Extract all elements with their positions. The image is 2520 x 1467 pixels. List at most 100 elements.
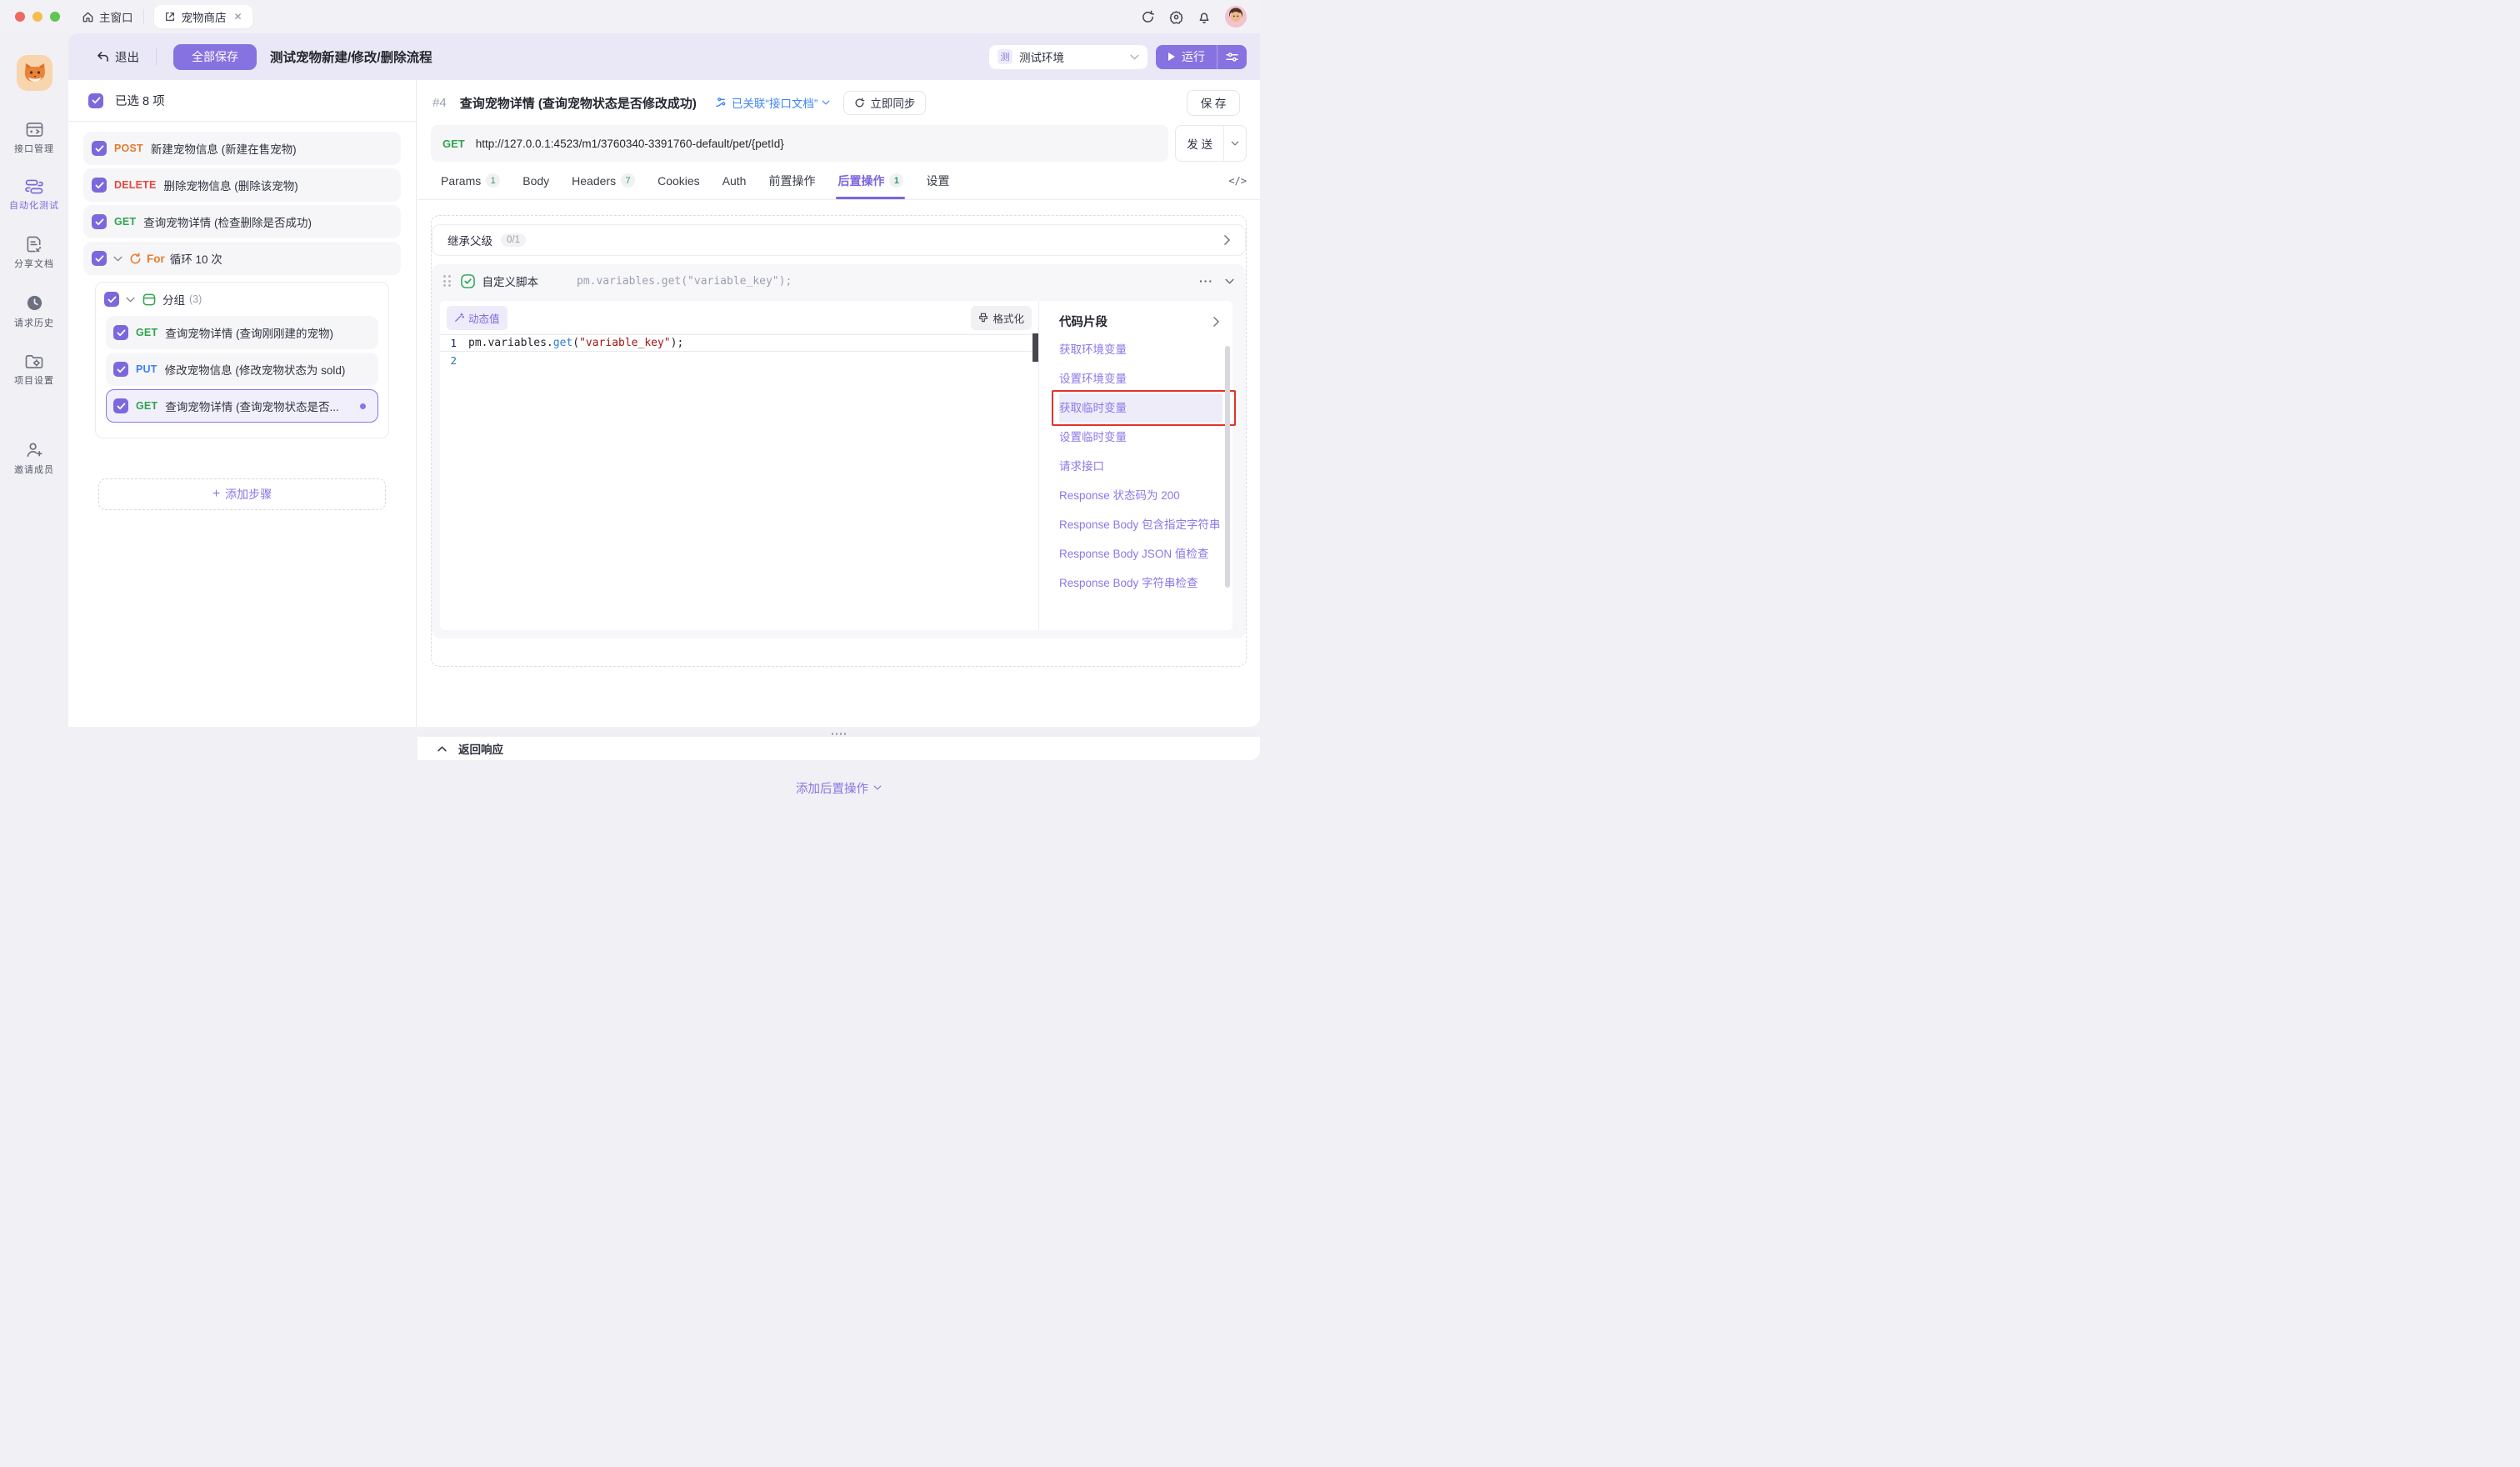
exit-button[interactable]: 退出 [97, 48, 139, 66]
step-method: DELETE [114, 179, 157, 191]
step-item-api[interactable]: POST新建宠物信息 (新建在售宠物) [83, 132, 401, 165]
project-settings-icon [25, 353, 43, 369]
minimize-window-button[interactable] [32, 12, 42, 22]
dynamic-value-button[interactable]: 动态值 [447, 306, 508, 330]
add-step-button[interactable]: +添加步骤 [98, 478, 386, 510]
main-window-tab[interactable]: 主窗口 [82, 8, 133, 25]
chevron-right-icon[interactable] [1213, 317, 1219, 327]
send-button-group: 发 送 [1175, 125, 1247, 162]
send-button[interactable]: 发 送 [1176, 135, 1223, 152]
step-item-api[interactable]: GET查询宠物详情 (查询刚刚建的宠物) [106, 316, 378, 349]
step-checkbox[interactable] [113, 362, 128, 377]
step-item-loop[interactable]: For循环 10 次 [83, 242, 401, 275]
url-input[interactable]: GET http://127.0.0.1:4523/m1/3760340-339… [431, 125, 1168, 162]
panel-resize-handle[interactable] [418, 731, 1260, 737]
step-label: 删除宠物信息 (删除该宠物) [164, 177, 298, 193]
tab-label: Auth [722, 174, 747, 188]
return-response-label: 返回响应 [458, 740, 503, 757]
main-window-label: 主窗口 [99, 8, 133, 25]
tab-label: 前置操作 [768, 173, 815, 189]
code-line[interactable]: 1pm.variables.get("variable_key"); [440, 334, 1038, 352]
code-editor[interactable]: 动态值 格式化 1pm.variables.get("variable_key"… [440, 301, 1039, 630]
step-checkbox[interactable] [104, 292, 119, 307]
editor-scrollbar-thumb[interactable] [1032, 333, 1038, 362]
step-checkbox[interactable] [92, 251, 107, 266]
user-avatar[interactable] [1225, 6, 1247, 28]
titlebar-separator [143, 9, 144, 24]
sidebar-item-label: 分享文档 [14, 257, 54, 270]
environment-select[interactable]: 测 测试环境 [989, 45, 1148, 69]
gear-icon[interactable] [1169, 10, 1183, 24]
close-window-button[interactable] [15, 12, 25, 22]
tab-后置操作[interactable]: 后置操作1 [838, 162, 903, 199]
code-token: ( [572, 337, 579, 349]
snippet-link[interactable]: Response Body 字符串检查 [1059, 568, 1222, 598]
chevron-down-icon[interactable] [113, 256, 122, 262]
tab-Body[interactable]: Body [522, 162, 549, 199]
tab-设置[interactable]: 设置 [926, 162, 949, 199]
exit-label: 退出 [115, 48, 139, 66]
save-all-button[interactable]: 全部保存 [173, 44, 257, 70]
tab-Cookies[interactable]: Cookies [658, 162, 700, 199]
sidebar-item-项目设置[interactable]: 项目设置 [0, 342, 68, 399]
step-method: PUT [136, 363, 158, 375]
more-menu-icon[interactable]: ··· [1199, 274, 1213, 288]
sidebar-item-分享文档[interactable]: 分享文档 [0, 224, 68, 283]
send-options-button[interactable] [1224, 141, 1246, 146]
project-tab[interactable]: 宠物商店 ✕ [154, 5, 252, 28]
step-item-api[interactable]: PUT修改宠物信息 (修改宠物状态为 sold) [106, 353, 378, 386]
tab-前置操作[interactable]: 前置操作 [768, 162, 815, 199]
snippet-link[interactable]: 获取临时变量 [1059, 393, 1222, 423]
sync-icon[interactable] [1141, 10, 1155, 24]
tab-Auth[interactable]: Auth [722, 162, 747, 199]
maximize-window-button[interactable] [50, 12, 60, 22]
step-checkbox[interactable] [92, 214, 107, 229]
request-header-row: #4 查询宠物详情 (查询宠物状态是否修改成功) 已关联“接口文档” 立即同步 … [418, 80, 1260, 125]
chevron-down-icon [822, 100, 830, 105]
custom-script-card: 自定义脚本 pm.variables.get("variable_key"); … [432, 264, 1246, 638]
chevron-down-icon[interactable] [126, 297, 135, 303]
snippet-link[interactable]: Response Body JSON 值检查 [1059, 539, 1222, 568]
snippet-link[interactable]: 获取环境变量 [1059, 335, 1222, 364]
project-logo[interactable] [17, 55, 52, 91]
group-label: 分组 [162, 291, 185, 308]
run-settings-button[interactable] [1218, 52, 1247, 63]
step-checkbox[interactable] [92, 141, 107, 156]
step-checkbox[interactable] [92, 178, 107, 193]
collapse-chevron-icon[interactable] [1225, 278, 1234, 284]
select-all-checkbox[interactable] [88, 93, 103, 108]
sidebar-item-邀请成员[interactable]: 邀请成员 [0, 430, 68, 488]
linked-doc-button[interactable]: 已关联“接口文档” [715, 94, 831, 111]
snippet-link[interactable]: 设置环境变量 [1059, 364, 1222, 393]
step-item-api[interactable]: GET查询宠物详情 (查询宠物状态是否... [106, 389, 378, 423]
enabled-check-icon[interactable] [461, 274, 475, 288]
sync-now-button[interactable]: 立即同步 [843, 91, 926, 115]
snippet-link[interactable]: 请求接口 [1059, 452, 1222, 481]
inherit-parent-row[interactable]: 继承父级 0/1 [432, 224, 1246, 256]
code-line[interactable]: 2 [440, 352, 1038, 369]
run-button[interactable]: 运行 [1156, 48, 1217, 65]
step-checkbox[interactable] [113, 398, 128, 413]
snippet-link[interactable]: 设置临时变量 [1059, 423, 1222, 452]
sidebar-item-接口管理[interactable]: 接口管理 [0, 110, 68, 168]
snippets-scrollbar-thumb[interactable] [1225, 346, 1230, 588]
format-button[interactable]: 格式化 [971, 306, 1032, 330]
step-group-header[interactable]: 分组(3) [96, 283, 388, 316]
drag-handle-icon[interactable] [443, 275, 451, 287]
close-tab-icon[interactable]: ✕ [234, 11, 242, 23]
sidebar-item-请求历史[interactable]: 请求历史 [0, 283, 68, 342]
snippet-link[interactable]: Response 状态码为 200 [1059, 481, 1222, 510]
bell-icon[interactable] [1198, 10, 1211, 24]
return-response-bar[interactable]: 返回响应 [418, 737, 1260, 760]
step-checkbox[interactable] [113, 325, 128, 340]
step-item-api[interactable]: DELETE 删除宠物信息 (删除该宠物) [83, 168, 401, 202]
chevron-up-icon [438, 746, 447, 752]
snippet-link[interactable]: Response Body 包含指定字符串 [1059, 510, 1222, 539]
code-view-icon[interactable]: </> [1228, 175, 1247, 187]
tab-Params[interactable]: Params1 [441, 162, 500, 199]
save-button[interactable]: 保 存 [1187, 90, 1240, 116]
step-item-api[interactable]: GET查询宠物详情 (检查删除是否成功) [83, 205, 401, 238]
sidebar-item-自动化测试[interactable]: 自动化测试 [0, 168, 68, 224]
tab-Headers[interactable]: Headers7 [572, 162, 635, 199]
add-post-action-button[interactable]: 添加后置操作 [432, 771, 1246, 804]
